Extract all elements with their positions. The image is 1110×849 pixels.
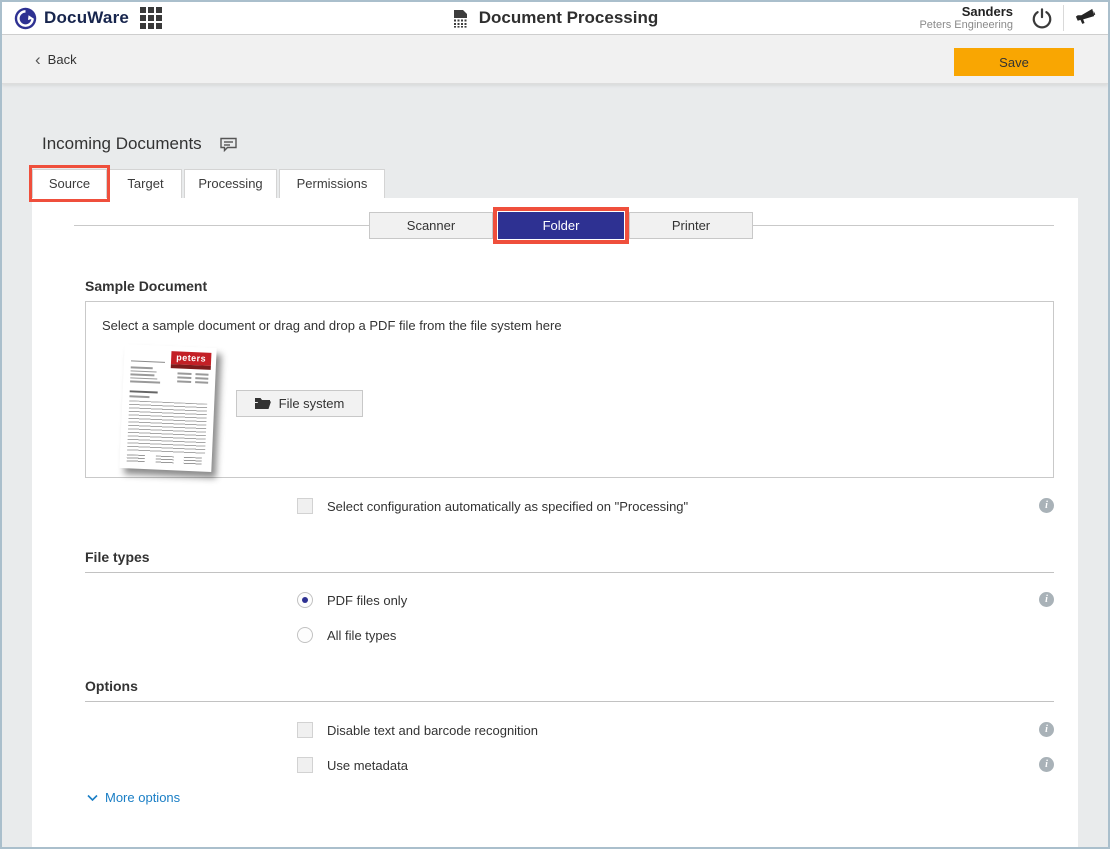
use-metadata-label: Use metadata [327,758,408,773]
disable-recognition-row[interactable]: Disable text and barcode recognition [297,722,538,738]
save-button[interactable]: Save [954,48,1074,76]
document-processing-icon [452,9,469,28]
header-separator [1063,5,1064,31]
back-chevron-icon: ‹ [35,51,41,68]
info-icon-use-metadata[interactable]: i [1039,757,1054,772]
options-divider [85,701,1054,702]
more-options-label: More options [105,790,180,805]
subtab-divider-left [74,225,369,226]
pdf-only-label: PDF files only [327,593,407,608]
sample-document-dropzone[interactable]: Select a sample document or drag and dro… [85,301,1054,478]
dropzone-instruction: Select a sample document or drag and dro… [102,318,562,333]
file-types-divider [85,572,1054,573]
file-system-button[interactable]: File system [236,390,363,417]
sample-document-heading: Sample Document [85,278,207,294]
all-file-types-label: All file types [327,628,396,643]
disable-recognition-label: Disable text and barcode recognition [327,723,538,738]
comment-bubble-icon[interactable] [220,137,237,152]
thumbnail-logo-band [171,364,211,370]
info-icon-auto-config[interactable]: i [1039,498,1054,513]
annotation-box-folder-tab: Folder [493,207,629,244]
tab-target[interactable]: Target [109,169,182,198]
disable-recognition-checkbox[interactable] [297,722,313,738]
source-tab-panel: Scanner Folder Printer Sample Document S… [32,198,1078,847]
subtab-divider-right [753,225,1054,226]
auto-config-label: Select configuration automatically as sp… [327,499,688,514]
sample-document-thumbnail[interactable]: peters [119,344,216,472]
back-label: Back [48,52,77,67]
tab-permissions[interactable]: Permissions [279,169,385,198]
file-system-label: File system [279,396,345,411]
file-types-heading: File types [85,549,150,565]
folder-open-icon [255,397,271,410]
info-icon-disable-recognition[interactable]: i [1039,722,1054,737]
subtab-folder[interactable]: Folder [498,212,624,239]
back-button[interactable]: ‹ Back [35,35,77,84]
user-name: Sanders [919,5,1013,19]
tab-source[interactable]: Source [32,169,107,198]
main-tabs: Source Target Processing Permissions [32,169,385,198]
top-header-bar: DocuWare Document Processing Sanders [2,2,1108,35]
user-area: Sanders Peters Engineering [919,2,1102,34]
app-title: Document Processing [479,8,659,28]
more-options-link[interactable]: More options [87,790,180,805]
logout-power-icon[interactable] [1025,2,1059,34]
file-type-all-row[interactable]: All file types [297,627,396,643]
tab-processing[interactable]: Processing [184,169,277,198]
auto-config-checkbox[interactable] [297,498,313,514]
all-file-types-radio[interactable] [297,627,313,643]
user-organization: Peters Engineering [919,19,1013,31]
thumbnail-table-lines [127,400,207,455]
app-window: DocuWare Document Processing Sanders [0,0,1110,849]
user-menu[interactable]: Sanders Peters Engineering [919,5,1013,31]
options-heading: Options [85,678,138,694]
tab-source-label: Source [49,176,90,191]
auto-config-row[interactable]: Select configuration automatically as sp… [297,498,688,514]
page-title: Incoming Documents [42,134,202,154]
use-metadata-row[interactable]: Use metadata [297,757,408,773]
use-metadata-checkbox[interactable] [297,757,313,773]
info-icon-pdf-only[interactable]: i [1039,592,1054,607]
page-title-row: Incoming Documents [42,134,237,154]
action-toolbar: ‹ Back Save [2,35,1108,84]
chevron-down-icon [87,794,98,802]
subtab-printer[interactable]: Printer [629,212,753,239]
subtab-scanner[interactable]: Scanner [369,212,493,239]
file-type-pdf-row[interactable]: PDF files only [297,592,407,608]
pdf-only-radio[interactable] [297,592,313,608]
announcements-megaphone-icon[interactable] [1068,2,1102,34]
